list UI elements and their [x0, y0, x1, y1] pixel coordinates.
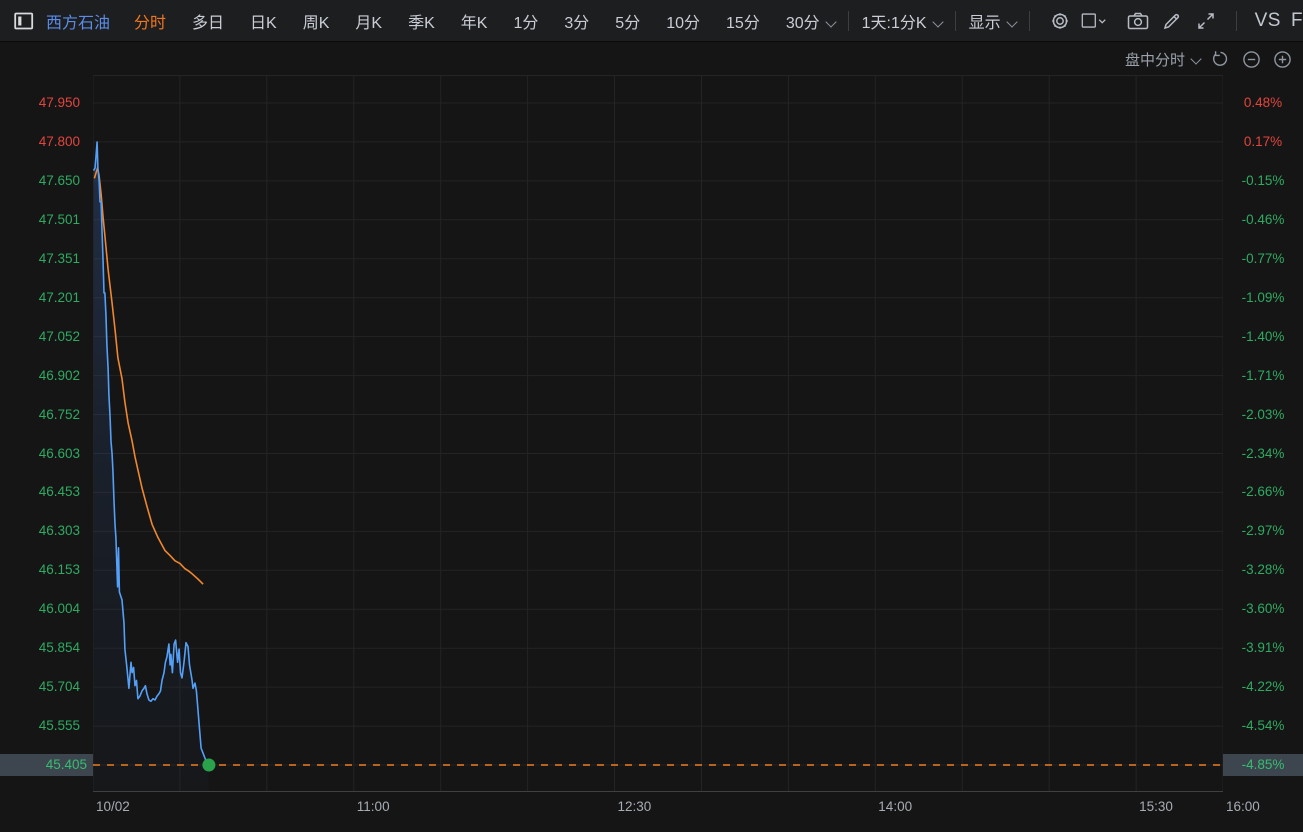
timeframe-tab[interactable]: 5分 — [615, 9, 640, 33]
timeframe-tab[interactable]: 10分 — [666, 9, 700, 33]
y-axis-percent-label: -2.66% — [1223, 483, 1303, 501]
timeframe-tab[interactable]: 多日 — [192, 9, 224, 33]
y-axis-percent-label: -2.03% — [1223, 406, 1303, 424]
interval-selector[interactable]: 1天:1分K — [862, 9, 942, 33]
y-axis-price-label: 46.603 — [0, 445, 80, 463]
y-axis-price-label: 47.650 — [0, 172, 80, 190]
vs-compare-button[interactable]: VS — [1255, 10, 1281, 32]
y-axis-percent-label: -1.71% — [1223, 367, 1303, 385]
y-axis-price-label: 47.800 — [0, 133, 80, 151]
x-axis-time-label: 12:30 — [618, 798, 652, 816]
y-axis-price-label: 45.854 — [0, 639, 80, 657]
timeframe-tabs: 分时 多日 日K 周K 月K 季K 年K 1分 3分 5分 10分 15分 30分 — [134, 9, 835, 33]
y-axis-price-label: 46.153 — [0, 561, 80, 579]
zoom-out-icon[interactable] — [1240, 48, 1262, 70]
y-axis-price-label: 46.453 — [0, 483, 80, 501]
y-axis-percent-label: -0.77% — [1223, 250, 1303, 268]
draw-pencil-icon[interactable] — [1159, 8, 1185, 34]
last-price-dot — [202, 759, 215, 772]
y-axis-price-label: 46.303 — [0, 522, 80, 540]
chart-plot[interactable] — [93, 75, 1223, 792]
timeframe-tab[interactable]: 30分 — [786, 9, 835, 33]
y-axis-price-label: 47.950 — [0, 94, 80, 112]
chart-toolbar: 西方石油 分时 多日 日K 周K 月K 季K 年K 1分 3分 5分 10分 15分 30分 1天:1分… — [0, 0, 1303, 42]
timeframe-tab[interactable]: 年K — [461, 9, 488, 33]
y-axis-price-label: 47.201 — [0, 289, 80, 307]
layout-selector-icon[interactable] — [1081, 8, 1107, 34]
y-axis-percent-label: -3.91% — [1223, 639, 1303, 657]
x-axis-time-label: 15:30 — [1139, 798, 1173, 816]
toolbar-divider — [848, 11, 849, 31]
y-axis-percent-label: -3.28% — [1223, 561, 1303, 579]
y-axis-price-label: 47.351 — [0, 250, 80, 268]
y-axis-percent-label: -2.97% — [1223, 522, 1303, 540]
y-axis-percent-label: 0.17% — [1223, 133, 1303, 151]
chart-region: 盘中分时 47.95047.80047.65047.50147.35147 — [0, 42, 1303, 832]
y-axis-percent-label: 0.48% — [1223, 94, 1303, 112]
y-axis-percent-label: -0.15% — [1223, 172, 1303, 190]
y-axis-percent-label: -4.54% — [1223, 717, 1303, 735]
display-menu[interactable]: 显示 — [969, 9, 1016, 33]
y-axis-price-label: 46.004 — [0, 600, 80, 618]
x-axis-time-label: 16:00 — [1226, 798, 1260, 816]
y-axis-price-label: 45.555 — [0, 717, 80, 735]
timeframe-tab[interactable]: 日K — [250, 9, 277, 33]
chart-mode-selector[interactable]: 盘中分时 — [1125, 49, 1200, 70]
screenshot-camera-icon[interactable] — [1125, 8, 1151, 34]
chevron-down-icon — [825, 16, 836, 27]
left-panel-toggle-icon[interactable] — [14, 8, 34, 34]
x-axis-time-label: 14:00 — [878, 798, 912, 816]
y-axis-price-label: 45.704 — [0, 678, 80, 696]
timeframe-tab[interactable]: 1分 — [513, 9, 538, 33]
y-axis-price-label: 47.501 — [0, 211, 80, 229]
y-axis-price-label: 46.902 — [0, 367, 80, 385]
chevron-down-icon — [1190, 53, 1201, 64]
current-percent-badge: -4.85% — [1223, 754, 1303, 776]
display-menu-label: 显示 — [969, 15, 1001, 32]
toolbar-divider — [1029, 11, 1030, 31]
y-axis-percent-label: -1.40% — [1223, 328, 1303, 346]
x-axis-time-label: 10/02 — [96, 798, 130, 816]
settings-gear-icon[interactable] — [1047, 8, 1073, 34]
y-axis-percent-label: -2.34% — [1223, 445, 1303, 463]
y-axis-percent-label: -1.09% — [1223, 289, 1303, 307]
toolbar-divider — [955, 11, 956, 31]
y-axis-percent-label: -0.46% — [1223, 211, 1303, 229]
chart-overlay-controls: 盘中分时 — [1125, 48, 1293, 70]
y-axis-percent-label: -3.60% — [1223, 600, 1303, 618]
chart-mode-label: 盘中分时 — [1125, 52, 1185, 69]
trading-app-window: 西方石油 分时 多日 日K 周K 月K 季K 年K 1分 3分 5分 10分 15分 30分 1天:1分… — [0, 0, 1303, 832]
y-axis-price-label: 46.752 — [0, 406, 80, 424]
toolbar-right-cluster: 显示 — [942, 8, 1303, 34]
chevron-down-icon — [1006, 16, 1017, 27]
timeframe-tab[interactable]: 季K — [408, 9, 435, 33]
fullscreen-expand-icon[interactable] — [1193, 8, 1219, 34]
toolbar-divider — [1236, 11, 1237, 31]
reset-zoom-icon[interactable] — [1209, 48, 1231, 70]
f10-info-button[interactable]: F10 — [1291, 10, 1303, 32]
zoom-in-icon[interactable] — [1271, 48, 1293, 70]
x-axis-time-label: 11:00 — [357, 798, 390, 816]
timeframe-tab[interactable]: 周K — [303, 9, 330, 33]
interval-selector-label: 1天:1分K — [862, 15, 927, 32]
timeframe-tab[interactable]: 3分 — [564, 9, 589, 33]
y-axis-percent-label: -4.22% — [1223, 678, 1303, 696]
current-price-badge: 45.405 — [0, 754, 93, 776]
y-axis-price-label: 47.052 — [0, 328, 80, 346]
timeframe-tab[interactable]: 月K — [355, 9, 382, 33]
timeframe-tab[interactable]: 分时 — [134, 9, 166, 33]
symbol-name[interactable]: 西方石油 — [46, 9, 110, 33]
timeframe-tab[interactable]: 15分 — [726, 9, 760, 33]
